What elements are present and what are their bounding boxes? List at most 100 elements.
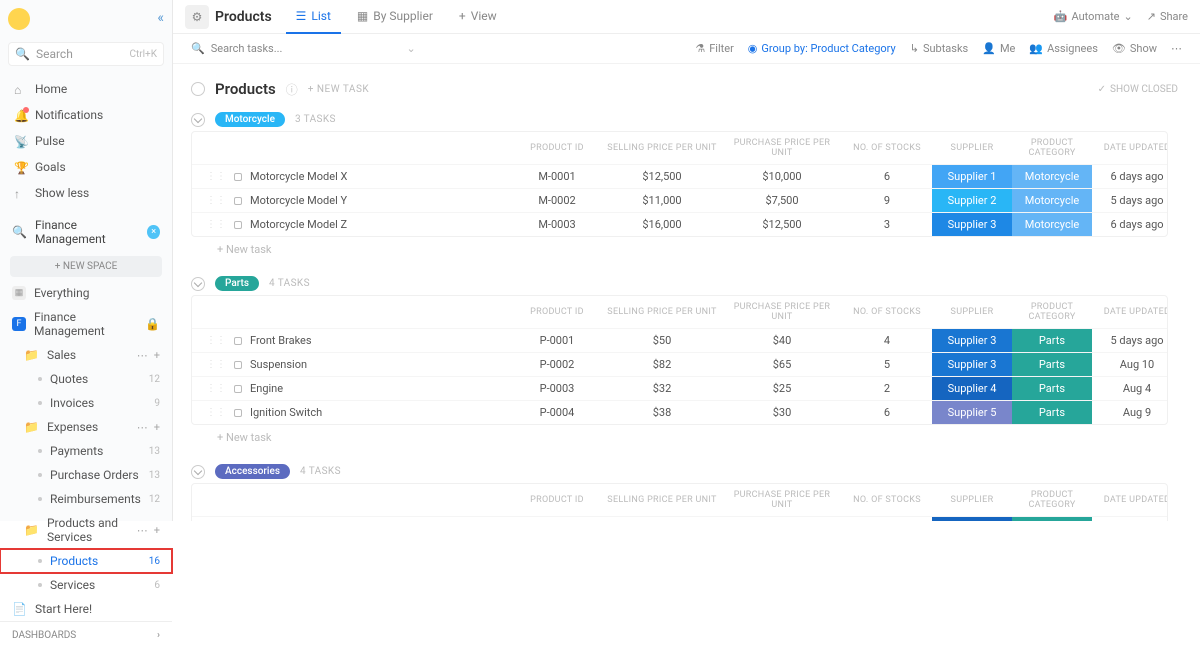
table-row[interactable]: ⋮⋮Motorcycle Model Y M-0002 $11,000 $7,5…	[192, 188, 1167, 212]
category-cell[interactable]: Parts	[1012, 329, 1092, 352]
assignees-button[interactable]: 👥Assignees	[1029, 42, 1098, 55]
category-chip[interactable]: Accessories	[215, 464, 290, 479]
status-icon[interactable]	[234, 361, 242, 369]
sidebar-item-finance-management[interactable]: FFinance Management🔒	[0, 305, 172, 343]
nav-home[interactable]: ⌂Home	[0, 76, 172, 102]
nav-pulse[interactable]: 📡Pulse	[0, 128, 172, 154]
add-icon[interactable]: +	[154, 349, 160, 362]
tab-add-view[interactable]: +View	[449, 0, 507, 34]
sidebar-footer-dashboards[interactable]: DASHBOARDS›	[0, 621, 172, 649]
supplier-cell[interactable]: Supplier 3	[932, 213, 1012, 236]
more-icon[interactable]: ⋯	[137, 421, 148, 434]
category-cell[interactable]: Accessories	[1012, 517, 1092, 521]
add-icon[interactable]: +	[154, 421, 160, 434]
collapse-icon[interactable]	[191, 113, 205, 127]
automate-button[interactable]: 🤖Automate⌄	[1054, 10, 1133, 23]
supplier-cell[interactable]: Supplier 1	[932, 165, 1012, 188]
avatar[interactable]	[8, 8, 30, 30]
supplier-cell[interactable]: Supplier 3	[932, 329, 1012, 352]
category-chip[interactable]: Motorcycle	[215, 112, 285, 127]
sidebar-item-products[interactable]: Products16	[0, 549, 172, 573]
search-tasks-input[interactable]: 🔍Search tasks...	[191, 42, 282, 55]
supplier-cell[interactable]: Supplier 3	[932, 353, 1012, 376]
sidebar-item-quotes[interactable]: Quotes12	[0, 367, 172, 391]
drag-icon[interactable]: ⋮⋮	[206, 171, 226, 182]
close-icon[interactable]: ×	[147, 225, 160, 239]
status-icon[interactable]	[234, 409, 242, 417]
check-icon: ✓	[1098, 84, 1106, 95]
sidebar-item-payments[interactable]: Payments13	[0, 439, 172, 463]
nav-showless[interactable]: ↑Show less	[0, 180, 172, 206]
category-chip[interactable]: Parts	[215, 276, 259, 291]
drag-icon[interactable]: ⋮⋮	[206, 407, 226, 418]
new-task-button[interactable]: + NEW TASK	[308, 84, 369, 95]
sidebar-folder-products-services[interactable]: 📁Products and Services⋯+	[0, 511, 172, 549]
supplier-cell[interactable]: Supplier 4	[932, 517, 1012, 521]
sidebar-folder-expenses[interactable]: 📁Expenses⋯+	[0, 415, 172, 439]
chevron-down-icon[interactable]: ⌄	[406, 42, 415, 55]
new-space-button[interactable]: + NEW SPACE	[10, 256, 162, 277]
collapse-icon[interactable]	[191, 465, 205, 479]
show-closed-button[interactable]: ✓SHOW CLOSED	[1098, 84, 1178, 95]
groupby-button[interactable]: ◉Group by: Product Category	[748, 42, 896, 55]
sidebar-item-everything[interactable]: ▦Everything	[0, 281, 172, 305]
table-row[interactable]: ⋮⋮Ignition Switch P-0004 $38 $30 6 Suppl…	[192, 400, 1167, 424]
collapse-icon[interactable]	[191, 277, 205, 291]
category-cell[interactable]: Parts	[1012, 353, 1092, 376]
filter-button[interactable]: ⚗Filter	[695, 42, 733, 55]
more-icon[interactable]: ⋯	[137, 524, 148, 537]
category-cell[interactable]: Motorcycle	[1012, 165, 1092, 188]
category-cell[interactable]: Parts	[1012, 401, 1092, 424]
sidebar-item-services[interactable]: Services6	[0, 573, 172, 597]
drag-icon[interactable]: ⋮⋮	[206, 219, 226, 230]
info-icon[interactable]: ⓘ	[286, 81, 298, 98]
show-button[interactable]: 👁Show	[1112, 42, 1157, 55]
category-cell[interactable]: Motorcycle	[1012, 213, 1092, 236]
new-task-row[interactable]: + New task	[191, 425, 1186, 450]
sidebar-item-purchase-orders[interactable]: Purchase Orders13	[0, 463, 172, 487]
nav-label: Notifications	[35, 108, 103, 122]
sidebar-item-reimbursements[interactable]: Reimbursements12	[0, 487, 172, 511]
more-icon[interactable]: ⋯	[1171, 42, 1182, 55]
drag-icon[interactable]: ⋮⋮	[206, 359, 226, 370]
category-cell[interactable]: Motorcycle	[1012, 189, 1092, 212]
status-icon[interactable]	[234, 337, 242, 345]
status-icon[interactable]	[234, 221, 242, 229]
sidebar-item-invoices[interactable]: Invoices9	[0, 391, 172, 415]
tab-by-supplier[interactable]: ▦By Supplier	[347, 0, 443, 34]
table-row[interactable]: ⋮⋮Motorcycle Model Z M-0003 $16,000 $12,…	[192, 212, 1167, 236]
status-icon[interactable]	[234, 173, 242, 181]
table-row[interactable]: ⋮⋮Engine P-0003 $32 $25 2 Supplier 4 Par…	[192, 376, 1167, 400]
supplier-cell[interactable]: Supplier 5	[932, 401, 1012, 424]
new-task-row[interactable]: + New task	[191, 237, 1186, 262]
more-icon[interactable]: ⋯	[137, 349, 148, 362]
tab-list[interactable]: ☰List	[286, 0, 341, 34]
selling-price: $50	[602, 334, 722, 347]
nav-goals[interactable]: 🏆Goals	[0, 154, 172, 180]
subtasks-button[interactable]: ↳Subtasks	[910, 42, 969, 55]
supplier-cell[interactable]: Supplier 4	[932, 377, 1012, 400]
tab-label: List	[311, 9, 331, 23]
table-row[interactable]: ⋮⋮Motorcycle Model X M-0001 $12,500 $10,…	[192, 164, 1167, 188]
share-button[interactable]: ↗Share	[1147, 10, 1188, 23]
status-icon[interactable]	[234, 385, 242, 393]
supplier-cell[interactable]: Supplier 2	[932, 189, 1012, 212]
table-row[interactable]: ⋮⋮Front Brakes P-0001 $50 $40 4 Supplier…	[192, 328, 1167, 352]
me-button[interactable]: 👤Me	[982, 42, 1015, 55]
add-icon[interactable]: +	[154, 524, 160, 537]
space-header[interactable]: 🔍 Finance Management ×	[0, 208, 172, 252]
sidebar-folder-sales[interactable]: 📁Sales⋯+	[0, 343, 172, 367]
sidebar-item-start-here[interactable]: 📄Start Here!	[0, 597, 172, 621]
category-cell[interactable]: Parts	[1012, 377, 1092, 400]
settings-button[interactable]: ⚙	[185, 5, 209, 29]
drag-icon[interactable]: ⋮⋮	[206, 335, 226, 346]
table-row[interactable]: ⋮⋮Suspension P-0002 $82 $65 5 Supplier 3…	[192, 352, 1167, 376]
status-icon[interactable]	[234, 197, 242, 205]
drag-icon[interactable]: ⋮⋮	[206, 195, 226, 206]
nav-notifications[interactable]: 🔔Notifications	[0, 102, 172, 128]
collapse-sidebar-icon[interactable]: «	[157, 10, 164, 26]
drag-icon[interactable]: ⋮⋮	[206, 383, 226, 394]
search-input[interactable]: 🔍 Search Ctrl+K	[8, 42, 164, 66]
status-circle-icon[interactable]	[191, 82, 205, 96]
table-row[interactable]: ⋮⋮Helmet A-0001 $125 $100 6 Supplier 4 A…	[192, 516, 1167, 521]
